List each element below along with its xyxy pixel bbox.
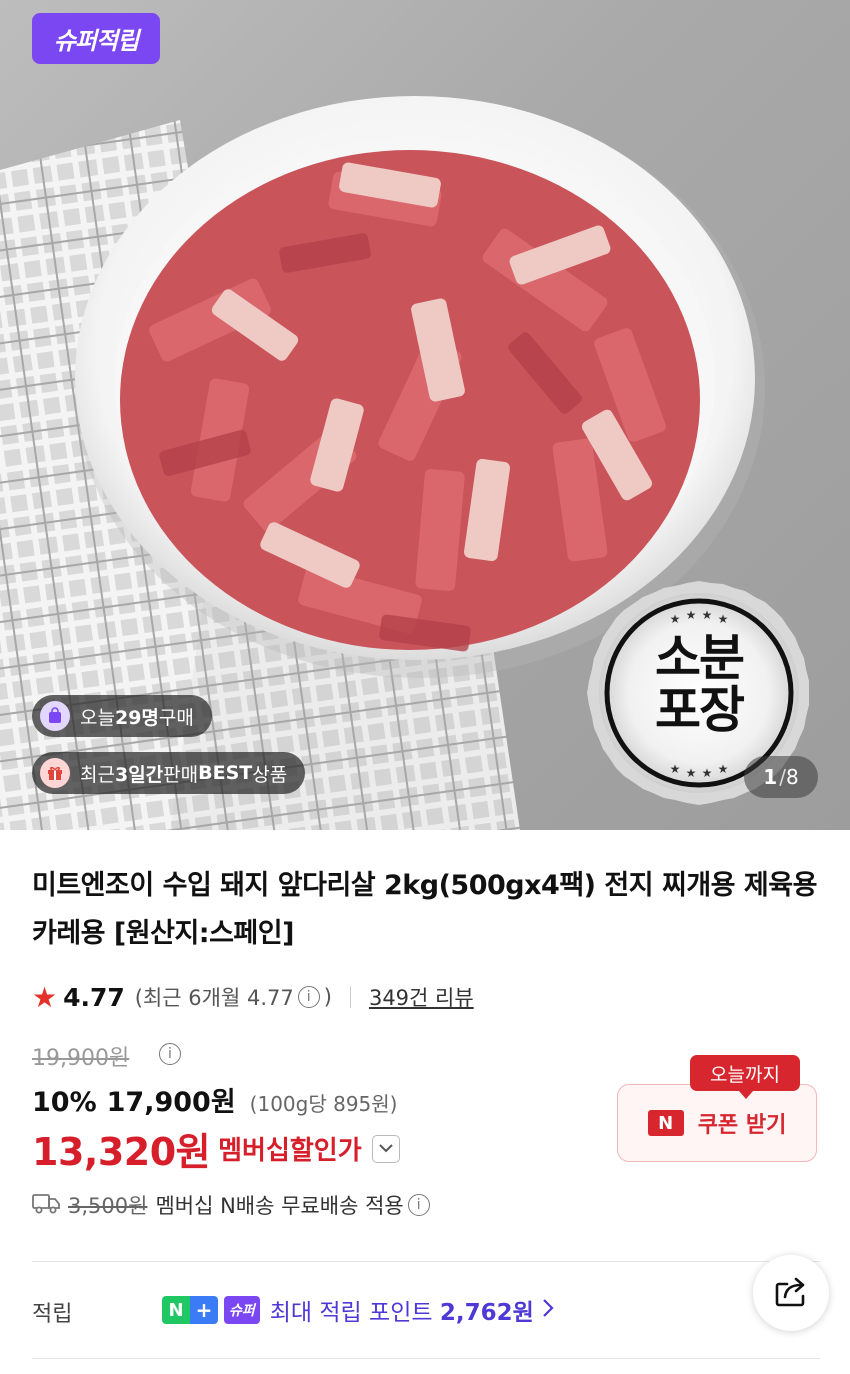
shopping-bag-icon xyxy=(40,701,70,731)
pager-total: 8 xyxy=(785,765,799,789)
today-suffix: 구매 xyxy=(158,706,194,729)
rating-recent-close: ) xyxy=(323,985,332,1009)
points-prefix: 최대 적립 포인트 xyxy=(269,1300,440,1326)
coupon-button[interactable]: N 쿠폰 받기 xyxy=(617,1084,817,1162)
original-price: 19,900원 xyxy=(32,1046,130,1071)
gift-icon xyxy=(40,758,70,788)
sale-price-row: 10% 17,900원 (100g당 895원) xyxy=(32,1080,397,1119)
share-icon xyxy=(773,1274,809,1312)
seal-line-2: 포장 xyxy=(655,681,745,739)
best-suffix: 상품 xyxy=(252,763,288,786)
max-points-text: 최대 적립 포인트 2,762원 xyxy=(270,1293,534,1327)
pager-current: 1 xyxy=(763,765,778,789)
shipping-row: 3,500원 멤버십 N배송 무료배송 적용 i xyxy=(32,1190,434,1220)
rating-score: 4.77 xyxy=(63,982,125,1012)
member-price-row[interactable]: 13,320원 멤버십할인가 xyxy=(32,1121,400,1176)
share-button[interactable] xyxy=(753,1255,829,1331)
svg-text:★: ★ xyxy=(670,762,681,776)
member-price: 13,320원 xyxy=(32,1130,211,1174)
product-title: 미트엔조이 수입 돼지 앞다리살 2kg(500gx4팩) 전지 찌개용 제육용… xyxy=(32,870,817,949)
shipping-fee: 3,500원 xyxy=(68,1194,148,1218)
max-points-link[interactable]: N + 슈퍼 최대 적립 포인트 2,762원 xyxy=(162,1293,554,1327)
divider xyxy=(32,1261,820,1262)
divider xyxy=(349,986,351,1008)
image-pager[interactable]: 1/8 xyxy=(744,756,818,798)
info-icon[interactable]: i xyxy=(407,1194,430,1216)
portion-pack-seal: 소분 포장 xyxy=(588,632,810,736)
best-middle: 판매 xyxy=(163,763,199,786)
star-icon: ★ xyxy=(32,980,58,1014)
review-count-link[interactable]: 349건 리뷰 xyxy=(369,982,474,1012)
naver-plus-super-icon: N + 슈퍼 xyxy=(162,1296,260,1324)
best-days: 3일간 xyxy=(114,763,164,786)
best-seller-badge: 최근 3일간 판매 BEST 상품 xyxy=(32,752,306,794)
sale-price: 17,900원 xyxy=(106,1087,236,1118)
chevron-right-icon xyxy=(542,1295,554,1325)
today-count: 29명 xyxy=(114,706,159,729)
svg-text:★: ★ xyxy=(702,766,713,780)
svg-text:★: ★ xyxy=(686,766,697,780)
coupon-deadline-tag: 오늘까지 xyxy=(690,1055,800,1099)
info-icon[interactable]: i xyxy=(297,986,320,1008)
n-icon: N xyxy=(162,1296,190,1324)
truck-icon xyxy=(32,1192,60,1219)
svg-text:★: ★ xyxy=(670,612,681,626)
points-label: 적립 xyxy=(32,1302,73,1327)
svg-text:★: ★ xyxy=(686,608,697,622)
divider xyxy=(32,1358,820,1359)
today-prefix: 오늘 xyxy=(80,706,115,729)
best-prefix: 최근 xyxy=(80,763,115,786)
info-icon[interactable]: i xyxy=(159,1043,181,1065)
svg-text:★: ★ xyxy=(718,612,729,626)
unit-price: (100g당 895원) xyxy=(249,1092,398,1116)
discount-percent: 10% xyxy=(32,1087,97,1118)
plus-icon: + xyxy=(190,1296,218,1324)
super-icon: 슈퍼 xyxy=(224,1296,260,1324)
points-amount: 2,762원 xyxy=(439,1300,534,1326)
super-points-badge: 슈퍼적립 xyxy=(32,13,160,64)
seal-line-1: 소분 xyxy=(655,629,745,687)
member-price-label: 멤버십할인가 xyxy=(218,1136,362,1166)
shipping-text: 멤버십 N배송 무료배송 적용 xyxy=(155,1194,404,1218)
svg-text:★: ★ xyxy=(702,608,713,622)
coupon-button-label: 쿠폰 받기 xyxy=(697,1113,787,1138)
product-image[interactable]: ★ ★ ★ ★ ★ ★ ★ ★ 슈퍼적립 오늘 29명 구매 최근 3일간 판매 BEST … xyxy=(0,0,850,830)
best-word: BEST xyxy=(198,762,253,784)
svg-text:★: ★ xyxy=(718,762,729,776)
chevron-down-icon[interactable] xyxy=(371,1134,400,1163)
rating-recent: (최근 6개월 4.77 xyxy=(134,986,294,1010)
naver-n-icon: N xyxy=(647,1110,684,1136)
today-purchase-badge: 오늘 29명 구매 xyxy=(32,695,212,737)
rating-row: ★ 4.77 (최근 6개월 4.77 i ) 349건 리뷰 xyxy=(32,978,474,1016)
